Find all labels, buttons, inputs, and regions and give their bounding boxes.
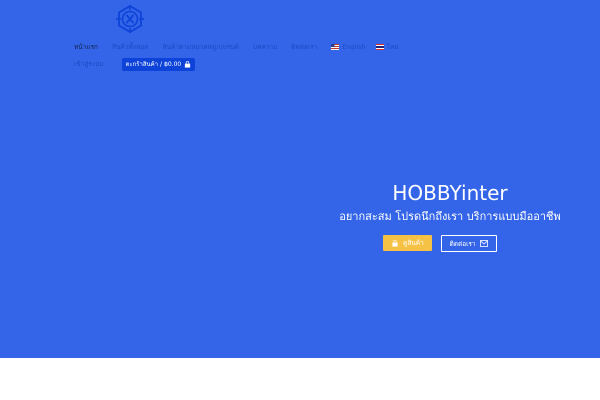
- shopping-bag-icon: [392, 239, 398, 247]
- envelope-icon: [480, 240, 489, 247]
- hero-title: HOBBYinter: [392, 181, 508, 205]
- contact-us-label: ติดต่อเรา: [449, 239, 476, 248]
- shop-now-button[interactable]: ดูสินค้า: [383, 235, 432, 251]
- us-flag-icon: [331, 44, 340, 50]
- nav-item-login[interactable]: เข้าสู่ระบบ: [74, 59, 104, 69]
- cart-button[interactable]: ตะกร้าสินค้า / ฿0.00: [121, 57, 196, 71]
- main-nav: หน้าแรก สินค้าทั้งหมด สินค้าตามหมวดหมู่/…: [74, 40, 408, 54]
- nav-item-home[interactable]: หน้าแรก: [74, 42, 98, 52]
- content-area: [0, 358, 600, 400]
- language-english-label: English: [342, 43, 366, 51]
- cart-separator: /: [160, 60, 163, 68]
- language-thai-label: ไทย: [386, 43, 399, 51]
- contact-us-button[interactable]: ติดต่อเรา: [441, 235, 497, 252]
- page: หน้าแรก สินค้าทั้งหมด สินค้าตามหมวดหมู่/…: [0, 0, 600, 400]
- shopping-bag-icon: [185, 60, 191, 68]
- language-thai[interactable]: ไทย: [375, 42, 399, 52]
- cart-label: ตะกร้าสินค้า: [125, 61, 159, 68]
- cart-amount: ฿0.00: [164, 60, 182, 68]
- secondary-nav: เข้าสู่ระบบ ตะกร้าสินค้า / ฿0.00: [74, 57, 196, 71]
- nav-item-articles[interactable]: บทความ: [253, 42, 277, 52]
- hexagon-compass-logo-icon[interactable]: [116, 5, 144, 33]
- language-english[interactable]: English: [331, 43, 366, 51]
- nav-item-all-products[interactable]: สินค้าทั้งหมด: [112, 42, 149, 52]
- hero-subtitle: อยากสะสม โปรดนึกถึงเรา บริการแบบมืออาชีพ: [339, 210, 561, 223]
- hero-section: หน้าแรก สินค้าทั้งหมด สินค้าตามหมวดหมู่/…: [0, 0, 600, 358]
- nav-item-contact[interactable]: ติดต่อเรา: [291, 42, 317, 52]
- shop-now-label: ดูสินค้า: [403, 239, 424, 247]
- thai-flag-icon: [375, 44, 384, 50]
- nav-item-categories-brands[interactable]: สินค้าตามหมวดหมู่/แบรนด์: [163, 42, 239, 52]
